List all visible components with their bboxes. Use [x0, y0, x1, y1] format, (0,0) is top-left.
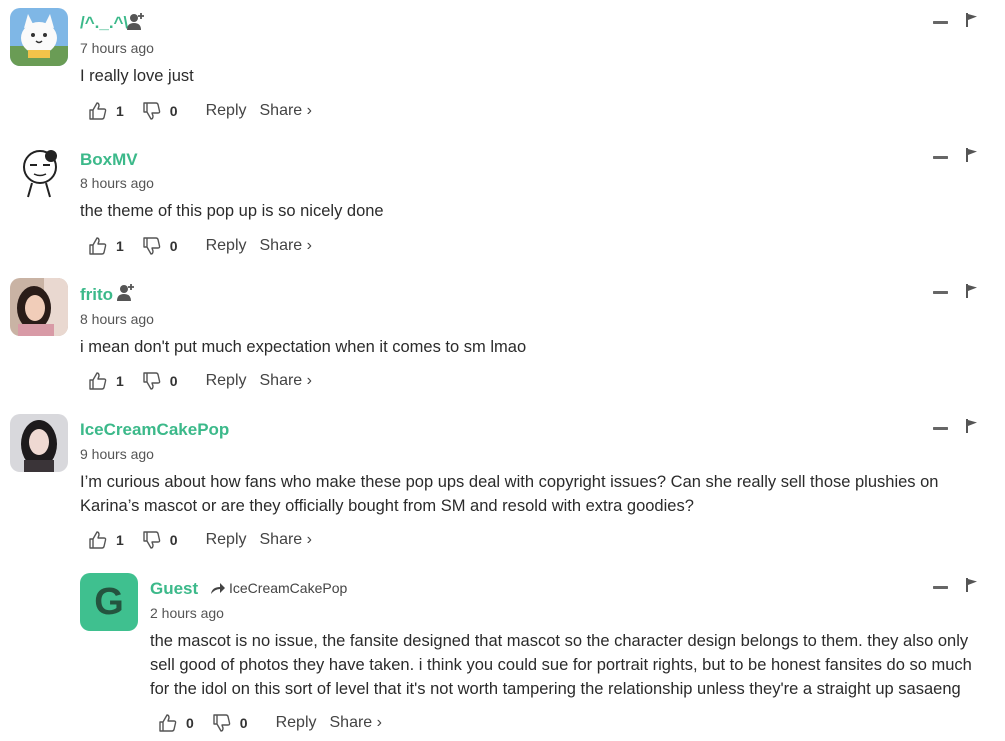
comment-text: the theme of this pop up is so nicely do… — [80, 202, 384, 220]
minus-icon[interactable] — [933, 291, 948, 294]
thumbs-up-icon[interactable] — [88, 101, 108, 121]
reply-arrow-icon — [211, 583, 225, 594]
comment-actions: 1 0 Reply Share › — [88, 370, 312, 392]
share-button[interactable]: Share › — [260, 102, 312, 120]
thumbs-up-icon[interactable] — [88, 236, 108, 256]
author-name[interactable]: /^._.^\ — [80, 13, 128, 33]
avatar[interactable] — [10, 143, 68, 201]
comment-text-line: sell good of photos they have taken. i t… — [150, 656, 972, 674]
share-button[interactable]: Share › — [330, 714, 382, 732]
comment-text-line: Karina’s mascot or are they officially b… — [80, 497, 694, 515]
flag-icon[interactable] — [966, 578, 978, 592]
author-name[interactable]: frito — [80, 285, 113, 305]
thumbs-down-icon[interactable] — [142, 530, 162, 550]
comment-text-line: the mascot is no issue, the fansite desi… — [150, 632, 969, 650]
like-count: 1 — [116, 103, 124, 119]
timestamp: 7 hours ago — [80, 40, 154, 56]
author-name[interactable]: Guest — [150, 579, 198, 599]
flag-icon[interactable] — [966, 419, 978, 433]
comment-actions: 1 0 Reply Share › — [88, 100, 312, 122]
comment-actions: 1 0 Reply Share › — [88, 529, 312, 551]
dislike-count: 0 — [239, 715, 248, 731]
comment-text: I’m curious about how fans who make thes… — [80, 470, 1000, 518]
minus-icon[interactable] — [933, 21, 948, 24]
avatar[interactable] — [10, 414, 68, 472]
like-count: 1 — [116, 238, 124, 254]
reply-to[interactable]: IceCreamCakePop — [210, 580, 347, 596]
share-button[interactable]: Share › — [260, 531, 312, 549]
avatar[interactable]: G — [80, 573, 138, 631]
thumbs-down-icon[interactable] — [142, 236, 162, 256]
dislike-count: 0 — [169, 103, 178, 119]
comment-text: the mascot is no issue, the fansite desi… — [150, 629, 1000, 701]
timestamp: 2 hours ago — [150, 605, 224, 621]
reply-button[interactable]: Reply — [206, 531, 247, 549]
reply-button[interactable]: Reply — [206, 102, 247, 120]
flag-icon[interactable] — [966, 13, 978, 27]
dislike-count: 0 — [169, 532, 178, 548]
avatar[interactable] — [10, 278, 68, 336]
thumbs-down-icon[interactable] — [212, 713, 232, 733]
share-button[interactable]: Share › — [260, 372, 312, 390]
comment-text: i mean don't put much expectation when i… — [80, 338, 527, 356]
like-count: 1 — [116, 373, 124, 389]
flag-icon[interactable] — [966, 148, 978, 162]
add-user-icon[interactable] — [117, 282, 137, 302]
thumbs-down-icon[interactable] — [142, 101, 162, 121]
comment-actions: 1 0 Reply Share › — [88, 235, 312, 257]
author-name[interactable]: BoxMV — [80, 150, 138, 170]
thumbs-up-icon[interactable] — [88, 530, 108, 550]
comment-actions: 0 0 Reply Share › — [158, 712, 382, 734]
thumbs-up-icon[interactable] — [158, 713, 178, 733]
dislike-count: 0 — [169, 238, 178, 254]
flag-icon[interactable] — [966, 284, 978, 298]
minus-icon[interactable] — [933, 586, 948, 589]
dislike-count: 0 — [169, 373, 178, 389]
reply-button[interactable]: Reply — [276, 714, 317, 732]
comment-text: I really love just — [80, 67, 194, 85]
like-count: 0 — [186, 715, 194, 731]
reply-to-author: IceCreamCakePop — [229, 580, 348, 596]
minus-icon[interactable] — [933, 427, 948, 430]
thumbs-up-icon[interactable] — [88, 371, 108, 391]
author-name[interactable]: IceCreamCakePop — [80, 420, 229, 440]
timestamp: 9 hours ago — [80, 446, 154, 462]
share-button[interactable]: Share › — [260, 237, 312, 255]
comment-text-line: I’m curious about how fans who make thes… — [80, 473, 939, 491]
reply-button[interactable]: Reply — [206, 372, 247, 390]
avatar[interactable] — [10, 8, 68, 66]
like-count: 1 — [116, 532, 124, 548]
thumbs-down-icon[interactable] — [142, 371, 162, 391]
comment-text-line: for the idol on this sort of level that … — [150, 680, 961, 698]
add-user-icon[interactable] — [127, 11, 147, 31]
timestamp: 8 hours ago — [80, 175, 154, 191]
minus-icon[interactable] — [933, 156, 948, 159]
reply-button[interactable]: Reply — [206, 237, 247, 255]
timestamp: 8 hours ago — [80, 311, 154, 327]
